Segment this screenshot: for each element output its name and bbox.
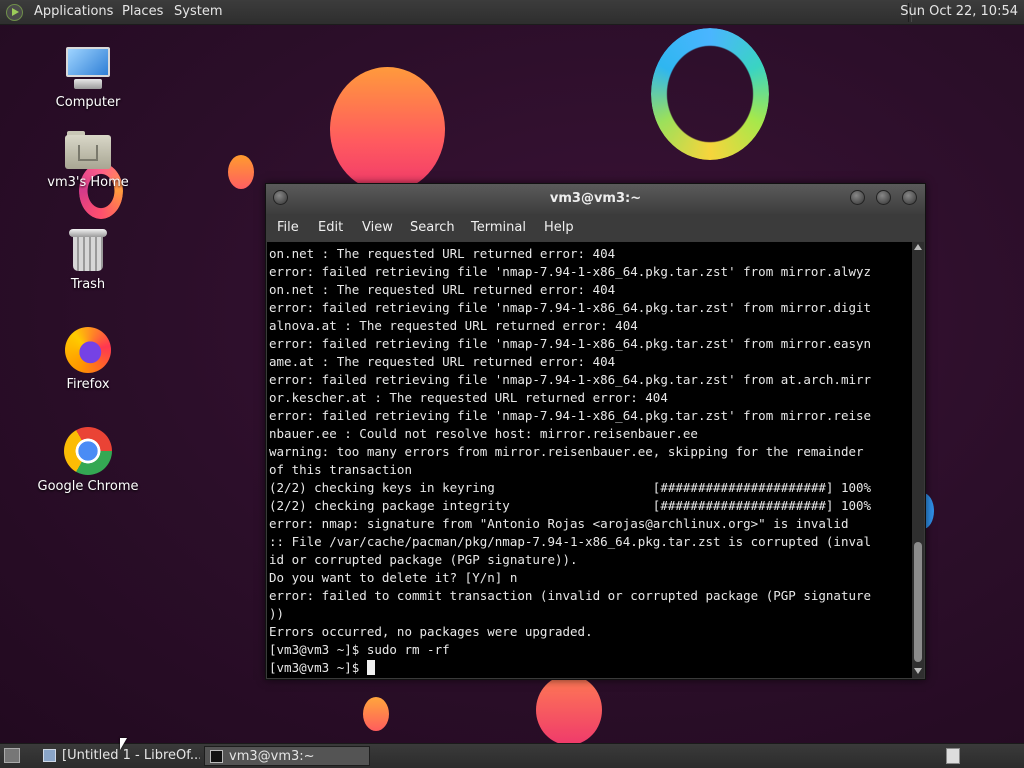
computer-icon	[64, 45, 112, 91]
desktop-icon-trash[interactable]: Trash	[33, 229, 143, 292]
window-menu-icon[interactable]	[273, 190, 288, 205]
menu-applications[interactable]: Applications	[34, 4, 113, 19]
terminal-line: ame.at : The requested URL returned erro…	[269, 354, 616, 369]
trash-icon	[69, 229, 107, 273]
wallpaper-blob	[228, 155, 254, 189]
menu-help[interactable]: Help	[544, 220, 574, 235]
distro-logo-icon[interactable]	[6, 4, 23, 21]
show-desktop-icon[interactable]	[4, 748, 20, 763]
scrollbar-thumb[interactable]	[914, 542, 922, 662]
terminal-line: (2/2) checking keys in keyring [########…	[269, 480, 872, 495]
text-cursor	[366, 660, 375, 675]
wallpaper-blob	[330, 67, 445, 192]
wallpaper-blob	[536, 675, 602, 743]
taskbar-item-terminal[interactable]: vm3@vm3:~	[204, 746, 370, 766]
scroll-up-icon[interactable]	[914, 244, 922, 250]
menu-system[interactable]: System	[174, 4, 222, 19]
menu-edit[interactable]: Edit	[318, 220, 343, 235]
prompt-text: [vm3@vm3 ~]$	[269, 660, 367, 675]
terminal-menubar: File Edit View Search Terminal Help	[266, 214, 925, 241]
home-folder-icon	[65, 129, 111, 171]
desktop-icon-label: Google Chrome	[37, 479, 139, 494]
terminal-line: Errors occurred, no packages were upgrad…	[269, 624, 593, 639]
window-title: vm3@vm3:~	[549, 191, 642, 206]
workspace-switcher[interactable]	[946, 748, 960, 764]
terminal-line: of this transaction	[269, 462, 412, 477]
wallpaper-ring	[651, 28, 769, 160]
terminal-line: on.net : The requested URL returned erro…	[269, 282, 616, 297]
menu-view[interactable]: View	[362, 220, 393, 235]
terminal-line: error: failed to commit transaction (inv…	[269, 588, 872, 603]
chrome-icon	[64, 427, 112, 475]
taskbar-item-label: [Untitled 1 - LibreOf...	[62, 748, 200, 763]
terminal-line: warning: too many errors from mirror.rei…	[269, 444, 864, 459]
terminal-line: error: failed retrieving file 'nmap-7.94…	[269, 372, 872, 387]
terminal-line: or.kescher.at : The requested URL return…	[269, 390, 668, 405]
desktop-icon-label: vm3's Home	[47, 175, 129, 190]
terminal-line: nbauer.ee : Could not resolve host: mirr…	[269, 426, 698, 441]
terminal-window[interactable]: vm3@vm3:~ File Edit View Search Terminal…	[265, 183, 926, 680]
menu-places[interactable]: Places	[122, 4, 163, 19]
terminal-line: [vm3@vm3 ~]$ sudo rm -rf	[269, 642, 450, 657]
terminal-scrollbar[interactable]	[912, 242, 924, 678]
desktop-icon-label: Computer	[55, 95, 121, 110]
desktop-icon-label: Trash	[70, 277, 106, 292]
maximize-icon[interactable]	[876, 190, 891, 205]
menu-terminal[interactable]: Terminal	[471, 220, 526, 235]
terminal-line: error: failed retrieving file 'nmap-7.94…	[269, 300, 872, 315]
bottom-panel: [Untitled 1 - LibreOf... vm3@vm3:~	[0, 743, 1024, 768]
wallpaper-blob	[363, 697, 389, 731]
taskbar-item-libreoffice[interactable]: [Untitled 1 - LibreOf...	[38, 746, 200, 766]
minimize-icon[interactable]	[850, 190, 865, 205]
mouse-pointer-icon	[120, 738, 127, 750]
terminal-line: alnova.at : The requested URL returned e…	[269, 318, 638, 333]
terminal-line: error: nmap: signature from "Antonio Roj…	[269, 516, 849, 531]
terminal-line: :: File /var/cache/pacman/pkg/nmap-7.94-…	[269, 534, 872, 549]
scroll-down-icon[interactable]	[914, 668, 922, 674]
terminal-line: error: failed retrieving file 'nmap-7.94…	[269, 408, 872, 423]
desktop-icon-home[interactable]: vm3's Home	[33, 129, 143, 190]
desktop-icon-label: Firefox	[66, 377, 110, 392]
terminal-line: ))	[269, 606, 285, 621]
menu-file[interactable]: File	[277, 220, 299, 235]
desktop-icon-chrome[interactable]: Google Chrome	[33, 427, 143, 494]
top-panel: Applications Places System Sun Oct 22, 1…	[0, 0, 1024, 25]
terminal-output[interactable]: on.net : The requested URL returned erro…	[267, 242, 912, 678]
terminal-line: id or corrupted package (PGP signature))…	[269, 552, 578, 567]
terminal-line: error: failed retrieving file 'nmap-7.94…	[269, 336, 872, 351]
terminal-line: Do you want to delete it? [Y/n] n	[269, 570, 518, 585]
clock[interactable]: Sun Oct 22, 10:54	[900, 4, 1018, 19]
document-icon	[43, 749, 56, 762]
terminal-line: error: failed retrieving file 'nmap-7.94…	[269, 264, 872, 279]
desktop-icon-firefox[interactable]: Firefox	[33, 327, 143, 392]
terminal-line: on.net : The requested URL returned erro…	[269, 246, 616, 261]
close-icon[interactable]	[902, 190, 917, 205]
taskbar-item-label: vm3@vm3:~	[229, 749, 315, 764]
firefox-icon	[65, 327, 111, 373]
window-titlebar[interactable]: vm3@vm3:~	[266, 184, 925, 214]
terminal-icon	[210, 750, 223, 763]
terminal-line: (2/2) checking package integrity [######…	[269, 498, 872, 513]
menu-search[interactable]: Search	[410, 220, 455, 235]
desktop-icon-computer[interactable]: Computer	[33, 45, 143, 110]
terminal-line: [vm3@vm3 ~]$	[269, 659, 912, 677]
